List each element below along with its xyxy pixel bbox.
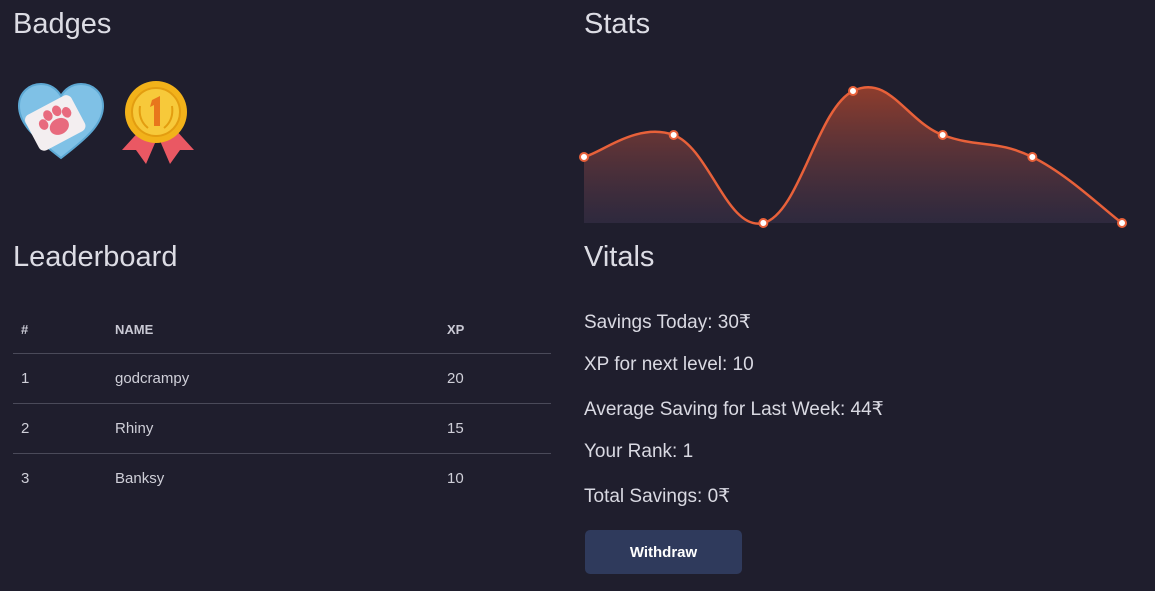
- heart-paw-badge-icon[interactable]: [15, 78, 107, 170]
- xp-cell: 15: [439, 403, 551, 454]
- name-cell: Rhiny: [107, 403, 439, 454]
- name-cell: Banksy: [115, 470, 165, 487]
- stats-title: Stats: [584, 8, 651, 40]
- chart-data-point[interactable]: [579, 152, 589, 162]
- xp-cell: 20: [439, 353, 551, 404]
- chart-data-point[interactable]: [758, 218, 769, 228]
- rank-cell: 3: [21, 470, 30, 487]
- rank-cell: 2: [13, 403, 107, 454]
- savings-today: Savings Today: 30₹: [584, 312, 752, 333]
- withdraw-button[interactable]: Withdraw: [585, 530, 742, 574]
- total-savings: Total Savings: 0₹: [584, 486, 731, 507]
- vitals-title: Vitals: [584, 241, 655, 273]
- badges-title: Badges: [13, 8, 112, 40]
- chart-data-point[interactable]: [668, 130, 679, 140]
- name-cell: godcrampy: [107, 353, 439, 404]
- chart-data-point[interactable]: [1117, 218, 1127, 228]
- leaderboard-header-row: # NAME XP: [13, 306, 551, 354]
- xp-next-level: XP for next level: 10: [584, 354, 754, 375]
- average-saving-last-week: Average Saving for Last Week: 44₹: [584, 399, 884, 420]
- leaderboard-title: Leaderboard: [13, 241, 178, 273]
- stats-area-chart: [579, 85, 1127, 228]
- table-row: 1 godcrampy 20: [13, 353, 551, 404]
- table-row: 3 Banksy 10: [13, 454, 551, 504]
- leaderboard-table: # NAME XP 1 godcrampy 20 2 Rhiny 15 3 Ba…: [13, 306, 551, 503]
- chart-area-fill: [584, 87, 1122, 224]
- column-header-xp: XP: [439, 306, 551, 354]
- column-header-name: NAME: [107, 306, 439, 354]
- your-rank: Your Rank: 1: [584, 441, 694, 462]
- column-header-rank: #: [13, 306, 107, 354]
- xp-cell: 10: [447, 470, 464, 487]
- chart-data-point[interactable]: [1027, 152, 1038, 162]
- first-place-medal-icon[interactable]: [112, 78, 204, 170]
- table-row: 2 Rhiny 15: [13, 403, 551, 454]
- rank-cell: 1: [13, 353, 107, 404]
- chart-data-point[interactable]: [848, 86, 858, 96]
- chart-data-point[interactable]: [937, 130, 948, 140]
